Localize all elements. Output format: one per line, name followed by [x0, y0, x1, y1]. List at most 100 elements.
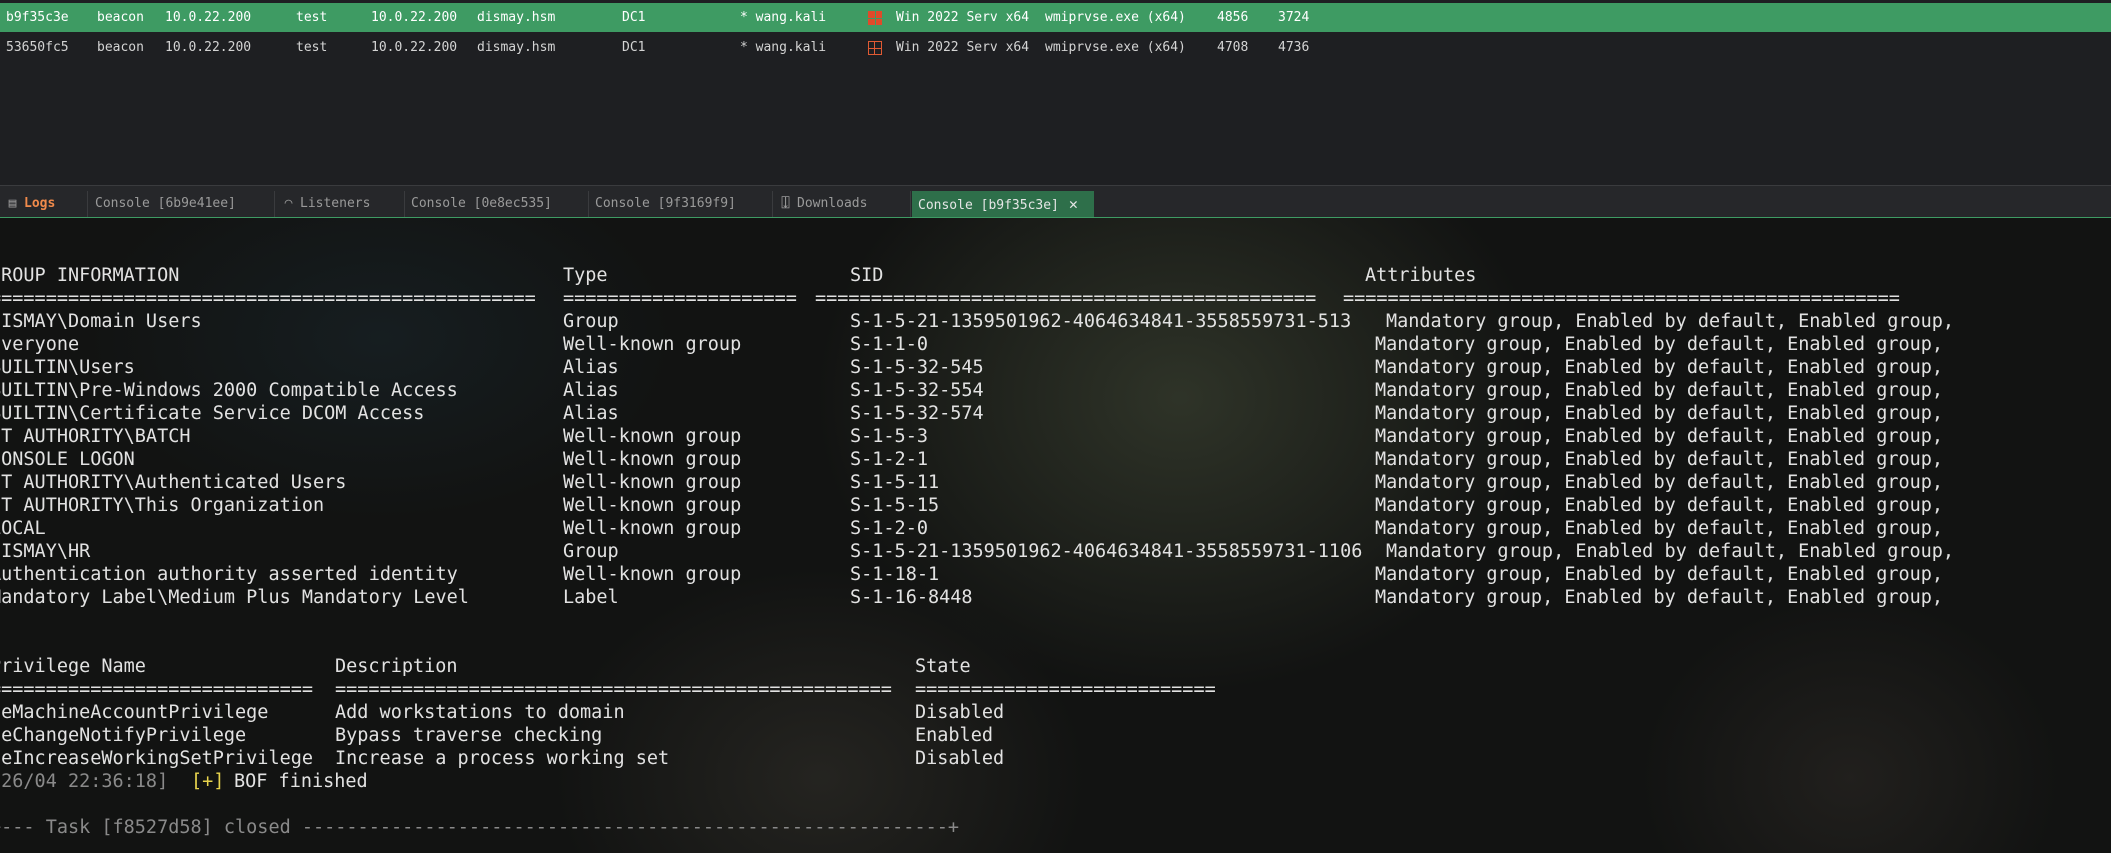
- tab-listeners[interactable]: ◠ Listeners: [276, 191, 405, 217]
- group-name: Everyone: [0, 334, 80, 355]
- privilege-state: Enabled: [915, 725, 993, 746]
- group-name: DISMAY\Domain Users: [0, 311, 202, 332]
- group-name: NT AUTHORITY\Authenticated Users: [0, 472, 347, 493]
- group-type: Well-known group: [563, 472, 742, 493]
- domain-name: DC1: [622, 10, 646, 25]
- group-type: Alias: [563, 380, 619, 401]
- tab-logs[interactable]: ▤ Logs: [0, 191, 88, 217]
- group-name: BUILTIN\Users: [0, 357, 135, 378]
- privilege-description: Increase a process working set: [335, 748, 670, 769]
- group-sid: S-1-5-11: [850, 472, 940, 493]
- tab-downloads[interactable]: ⍗ Downloads: [773, 191, 911, 217]
- group-name: LOCAL: [0, 518, 46, 539]
- group-header-cell: GROUP INFORMATION: [0, 265, 180, 286]
- computer-name: dismay.hsm: [477, 10, 556, 25]
- group-type: Group: [563, 311, 619, 332]
- close-icon[interactable]: ✕: [1069, 195, 1078, 213]
- group-type: Well-known group: [563, 449, 742, 470]
- group-sid: S-1-1-0: [850, 334, 928, 355]
- group-sid: S-1-5-21-1359501962-4064634841-355855973…: [850, 311, 1352, 332]
- session-type: beacon: [97, 40, 144, 55]
- privilege-description: Bypass traverse checking: [335, 725, 603, 746]
- task-closed-banner: +--- Task [f8527d58] closed ------------…: [0, 817, 960, 838]
- group-attributes: Mandatory group, Enabled by default, Ena…: [1375, 380, 1944, 401]
- session-row[interactable]: b9f35c3e beacon 10.0.22.200 test 10.0.22.200…: [0, 3, 2111, 32]
- session-row[interactable]: 53650fc5 beacon 10.0.22.200 test 10.0.22.200…: [0, 33, 2111, 62]
- session-id: 53650fc5: [6, 40, 69, 55]
- tab-label: Console [0e8ec535]: [411, 196, 552, 211]
- console-output[interactable]: GROUP INFORMATION Type SID Attributes ======…: [0, 218, 2111, 853]
- success-tag: [+]: [191, 771, 225, 792]
- group-attributes: Mandatory group, Enabled by default, Ena…: [1386, 311, 1955, 332]
- group-sid: S-1-16-8448: [850, 587, 973, 608]
- privilege-header-cell: State: [915, 656, 971, 677]
- group-name: CONSOLE LOGON: [0, 449, 135, 470]
- tab-label: Console [6b9e41ee]: [95, 196, 236, 211]
- domain-name: DC1: [622, 40, 646, 55]
- group-name: Mandatory Label\Medium Plus Mandatory Le…: [0, 587, 469, 608]
- group-attributes: Mandatory group, Enabled by default, Ena…: [1375, 495, 1944, 516]
- session-user: test: [296, 10, 328, 25]
- external-ip: 10.0.22.200: [165, 40, 252, 55]
- group-attributes: Mandatory group, Enabled by default, Ena…: [1375, 403, 1944, 424]
- tab-console-6b9e41ee[interactable]: Console [6b9e41ee]: [89, 191, 275, 217]
- group-sid: S-1-2-0: [850, 518, 928, 539]
- privilege-state: Disabled: [915, 748, 1005, 769]
- group-header-cell: SID: [850, 265, 884, 286]
- os-name: Win 2022 Serv x64: [896, 10, 1030, 25]
- tab-label: Console [9f3169f9]: [595, 196, 736, 211]
- privilege-name: SeMachineAccountPrivilege: [0, 702, 269, 723]
- privilege-name: SeChangeNotifyPrivilege: [0, 725, 247, 746]
- group-attributes: Mandatory group, Enabled by default, Ena…: [1375, 426, 1944, 447]
- group-attributes: Mandatory group, Enabled by default, Ena…: [1375, 357, 1944, 378]
- windows-icon: [868, 11, 882, 25]
- separator: ========================================…: [335, 679, 892, 700]
- document-icon: ▤: [8, 196, 17, 211]
- group-sid: S-1-5-32-545: [850, 357, 984, 378]
- windows-icon: [868, 41, 882, 55]
- group-sid: S-1-2-1: [850, 449, 928, 470]
- group-type: Well-known group: [563, 334, 742, 355]
- separator: ========================================…: [1343, 288, 1900, 309]
- group-name: BUILTIN\Pre-Windows 2000 Compatible Acce…: [0, 380, 458, 401]
- group-type: Alias: [563, 403, 619, 424]
- separator: ========================================…: [815, 288, 1317, 309]
- group-header-cell: Type: [563, 265, 608, 286]
- tab-label: Listeners: [300, 196, 371, 211]
- process-pid: 4856: [1217, 10, 1249, 25]
- thread-id: 3724: [1278, 10, 1310, 25]
- internal-ip: 10.0.22.200: [371, 40, 458, 55]
- group-type: Well-known group: [563, 495, 742, 516]
- separator: =============================: [0, 679, 314, 700]
- group-sid: S-1-5-15: [850, 495, 940, 516]
- download-icon: ⍗: [781, 196, 790, 211]
- group-attributes: Mandatory group, Enabled by default, Ena…: [1375, 587, 1944, 608]
- computer-name: dismay.hsm: [477, 40, 556, 55]
- separator: ===========================: [915, 679, 1216, 700]
- external-ip: 10.0.22.200: [165, 10, 252, 25]
- group-name: Authentication authority asserted identi…: [0, 564, 458, 585]
- session-user: test: [296, 40, 328, 55]
- group-type: Well-known group: [563, 518, 742, 539]
- group-type: Well-known group: [563, 564, 742, 585]
- tab-console-b9f35c3e[interactable]: Console [b9f35c3e] ✕: [912, 191, 1094, 217]
- group-type: Label: [563, 587, 619, 608]
- group-sid: S-1-18-1: [850, 564, 940, 585]
- tab-label: Console [b9f35c3e]: [918, 198, 1059, 213]
- privilege-name: SeIncreaseWorkingSetPrivilege: [0, 748, 314, 769]
- tab-bar: ▤ Logs Console [6b9e41ee] ◠ Listeners Console…: [0, 191, 2111, 218]
- headphones-icon: ◠: [284, 196, 293, 211]
- thread-id: 4736: [1278, 40, 1310, 55]
- session-id: b9f35c3e: [6, 10, 69, 25]
- privilege-header-cell: Privilege Name: [0, 656, 146, 677]
- group-attributes: Mandatory group, Enabled by default, Ena…: [1375, 472, 1944, 493]
- tab-console-9f3169f9[interactable]: Console [9f3169f9]: [589, 191, 773, 217]
- privilege-description: Add workstations to domain: [335, 702, 625, 723]
- sessions-table: b9f35c3e beacon 10.0.22.200 test 10.0.22.200…: [0, 0, 2111, 185]
- group-attributes: Mandatory group, Enabled by default, Ena…: [1386, 541, 1955, 562]
- process-user: * wang.kali: [740, 10, 827, 25]
- internal-ip: 10.0.22.200: [371, 10, 458, 25]
- tab-console-0e8ec535[interactable]: Console [0e8ec535]: [405, 191, 589, 217]
- session-type: beacon: [97, 10, 144, 25]
- group-sid: S-1-5-3: [850, 426, 928, 447]
